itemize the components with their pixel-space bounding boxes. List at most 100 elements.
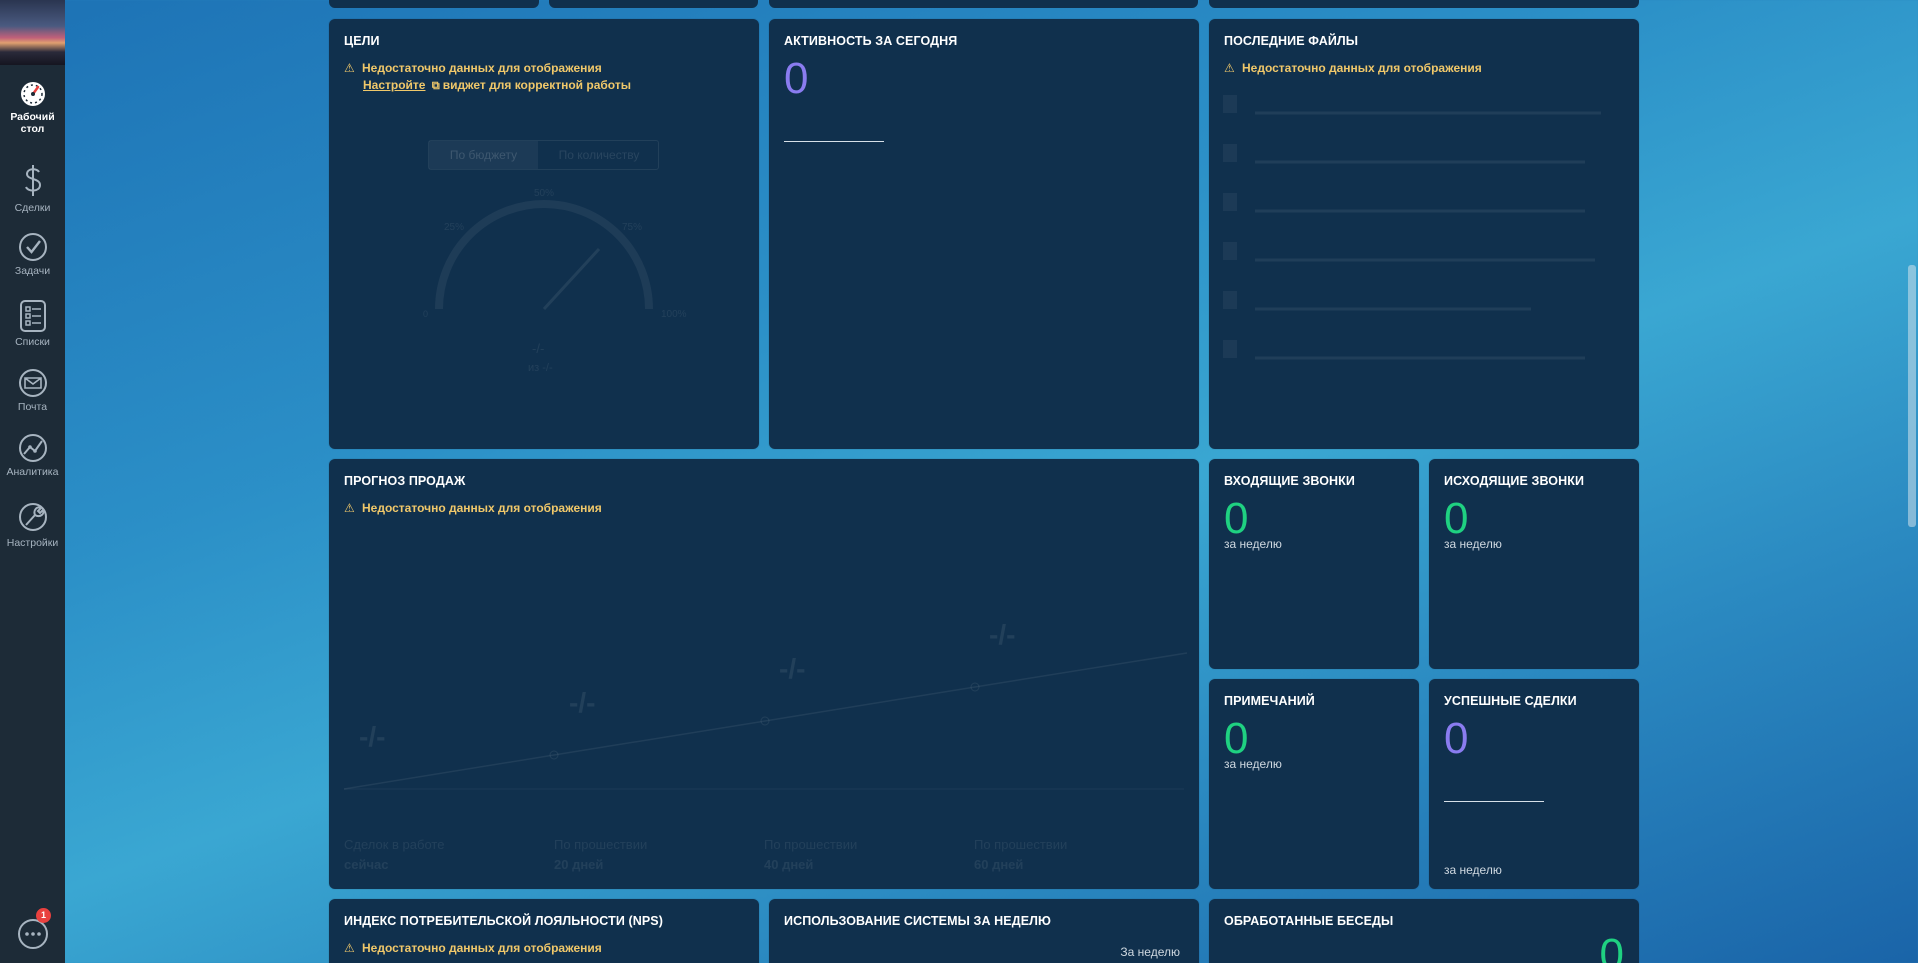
sidebar: Рабочий стол Сделки Задачи Списки Почта … [0,0,65,963]
progress-line [1444,801,1544,802]
widget-outgoing-calls[interactable]: ИСХОДЯЩИЕ ЗВОНКИ 0 за неделю [1429,459,1639,669]
progress-line [784,141,884,142]
gauge-of: из -/- [528,362,553,374]
widget-title: ЦЕЛИ [344,34,380,48]
forecast-placeholder-chart [343,652,1188,790]
setup-link[interactable]: Настройте [363,78,425,92]
widget-title: УСПЕШНЫЕ СДЕЛКИ [1444,694,1577,708]
goals-gauge [435,200,653,311]
analytics-icon [18,434,47,462]
widget-won-deals[interactable]: УСПЕШНЫЕ СДЕЛКИ 0 за неделю [1429,679,1639,889]
sidebar-item-lists[interactable]: Списки [0,299,65,348]
dashboard-icon [20,82,45,106]
notification-badge: 1 [36,908,51,923]
widget-recent-files[interactable]: ПОСЛЕДНИЕ ФАЙЛЫ ⚠ Недостаточно данных для… [1209,19,1639,449]
period-label: за неделю [1444,537,1502,551]
gauge-value: -/- [532,341,545,356]
setup-hint-text: виджет для корректной работы [442,78,631,92]
forecast-value: -/- [569,687,596,718]
avatar[interactable] [0,0,65,65]
forecast-column-sub: 40 дней [764,857,814,872]
outgoing-calls-count: 0 [1444,494,1469,543]
sidebar-item-label: стол [20,123,45,135]
forecast-column-sub: сейчас [344,857,389,872]
sidebar-item-analytics[interactable]: Аналитика [0,433,65,478]
period-label: за неделю [1224,757,1282,771]
mail-icon [18,369,47,397]
sidebar-item-label: Аналитика [6,466,59,478]
warning-text: Недостаточно данных для отображения [362,501,602,515]
sidebar-item-label: Задачи [14,265,51,277]
widget-title: ИСПОЛЬЗОВАНИЕ СИСТЕМЫ ЗА НЕДЕЛЮ [784,914,1052,928]
widget-partial [1209,0,1639,8]
widget-goals[interactable]: ЦЕЛИ ⚠ Недостаточно данных для отображени… [329,19,759,449]
sidebar-item-label: Рабочий [10,111,55,123]
forecast-column-sub: 60 дней [974,857,1024,872]
external-link-icon: ⧉ [431,80,440,92]
tab-count[interactable]: По количеству [539,141,659,169]
sidebar-item-label: Почта [17,401,48,413]
widget-title: АКТИВНОСТЬ ЗА СЕГОДНЯ [784,34,958,48]
won-deals-count: 0 [1444,714,1469,763]
widget-notes[interactable]: ПРИМЕЧАНИЙ 0 за неделю [1209,679,1419,889]
widget-system-usage[interactable]: ИСПОЛЬЗОВАНИЕ СИСТЕМЫ ЗА НЕДЕЛЮ За недел… [769,899,1199,963]
widget-title: ВХОДЯЩИЕ ЗВОНКИ [1224,474,1355,488]
incoming-calls-count: 0 [1224,494,1249,543]
forecast-column-sub: 20 дней [554,857,604,872]
widget-processed-conversations[interactable]: ОБРАБОТАННЫЕ БЕСЕДЫ 0 [1209,899,1639,963]
widget-incoming-calls[interactable]: ВХОДЯЩИЕ ЗВОНКИ 0 за неделю [1209,459,1419,669]
check-icon [18,233,47,261]
widget-partial [549,0,758,8]
period-selector[interactable]: За неделю [1120,945,1180,959]
conversations-count: 0 [1599,930,1624,963]
settings-icon [18,503,47,531]
widget-nps[interactable]: ИНДЕКС ПОТРЕБИТЕЛЬСКОЙ ЛОЯЛЬНОСТИ (NPS) … [329,899,759,963]
gauge-label: 0 [423,309,429,319]
widget-partial [769,0,1198,8]
widget-sales-forecast[interactable]: ПРОГНОЗ ПРОДАЖ ⚠ Недостаточно данных для … [329,459,1199,889]
sidebar-item-settings[interactable]: Настройки [0,500,65,549]
forecast-value: -/- [989,619,1016,650]
page-scrollbar[interactable] [1906,0,1918,963]
goals-tabs: По бюджету По количеству [428,140,659,170]
activity-count: 0 [784,54,809,103]
warning-icon: ⚠ [344,61,355,75]
warning-icon: ⚠ [344,501,355,515]
sidebar-item-label: Сделки [14,202,51,214]
widget-title: ИНДЕКС ПОТРЕБИТЕЛЬСКОЙ ЛОЯЛЬНОСТИ (NPS) [344,914,664,928]
warning-text: Недостаточно данных для отображения [362,941,602,955]
sidebar-item-label: Настройки [6,537,59,549]
warning-text: Недостаточно данных для отображения [362,61,602,75]
tab-budget[interactable]: По бюджету [429,141,538,169]
forecast-column-label: По прошествии [554,837,648,852]
warning-message: ⚠ Недостаточно данных для отображения [344,501,602,515]
warning-icon: ⚠ [1224,61,1235,75]
setup-hint: Настройте ⧉ виджет для корректной работы [363,78,631,93]
widget-title: ПРОГНОЗ ПРОДАЖ [344,474,466,488]
warning-message: ⚠ Недостаточно данных для отображения [344,941,602,955]
list-icon [19,300,46,332]
gauge-label: 75% [622,222,643,233]
sidebar-item-dashboard[interactable]: Рабочий стол [0,80,65,135]
gauge-label: 50% [534,188,555,199]
widget-title: ПРИМЕЧАНИЙ [1224,694,1315,708]
scrollbar-thumb[interactable] [1908,265,1916,527]
forecast-value: -/- [359,721,386,752]
warning-message: ⚠ Недостаточно данных для отображения [344,61,602,75]
sidebar-item-tasks[interactable]: Задачи [0,232,65,277]
forecast-column-label: Сделок в работе [344,837,445,852]
warning-text: Недостаточно данных для отображения [1242,61,1482,75]
widget-activity-today[interactable]: АКТИВНОСТЬ ЗА СЕГОДНЯ 0 [769,19,1199,449]
period-label: за неделю [1444,863,1502,877]
warning-icon: ⚠ [344,941,355,955]
gauge-label: 100% [661,309,687,320]
sidebar-item-deals[interactable]: Сделки [0,163,65,214]
warning-message: ⚠ Недостаточно данных для отображения [1224,61,1482,75]
period-label: за неделю [1224,537,1282,551]
dollar-icon [24,165,41,196]
gauge-label: 25% [444,222,465,233]
files-placeholder [1223,95,1601,360]
notes-count: 0 [1224,714,1249,763]
forecast-value: -/- [779,653,806,684]
sidebar-item-mail[interactable]: Почта [0,368,65,413]
